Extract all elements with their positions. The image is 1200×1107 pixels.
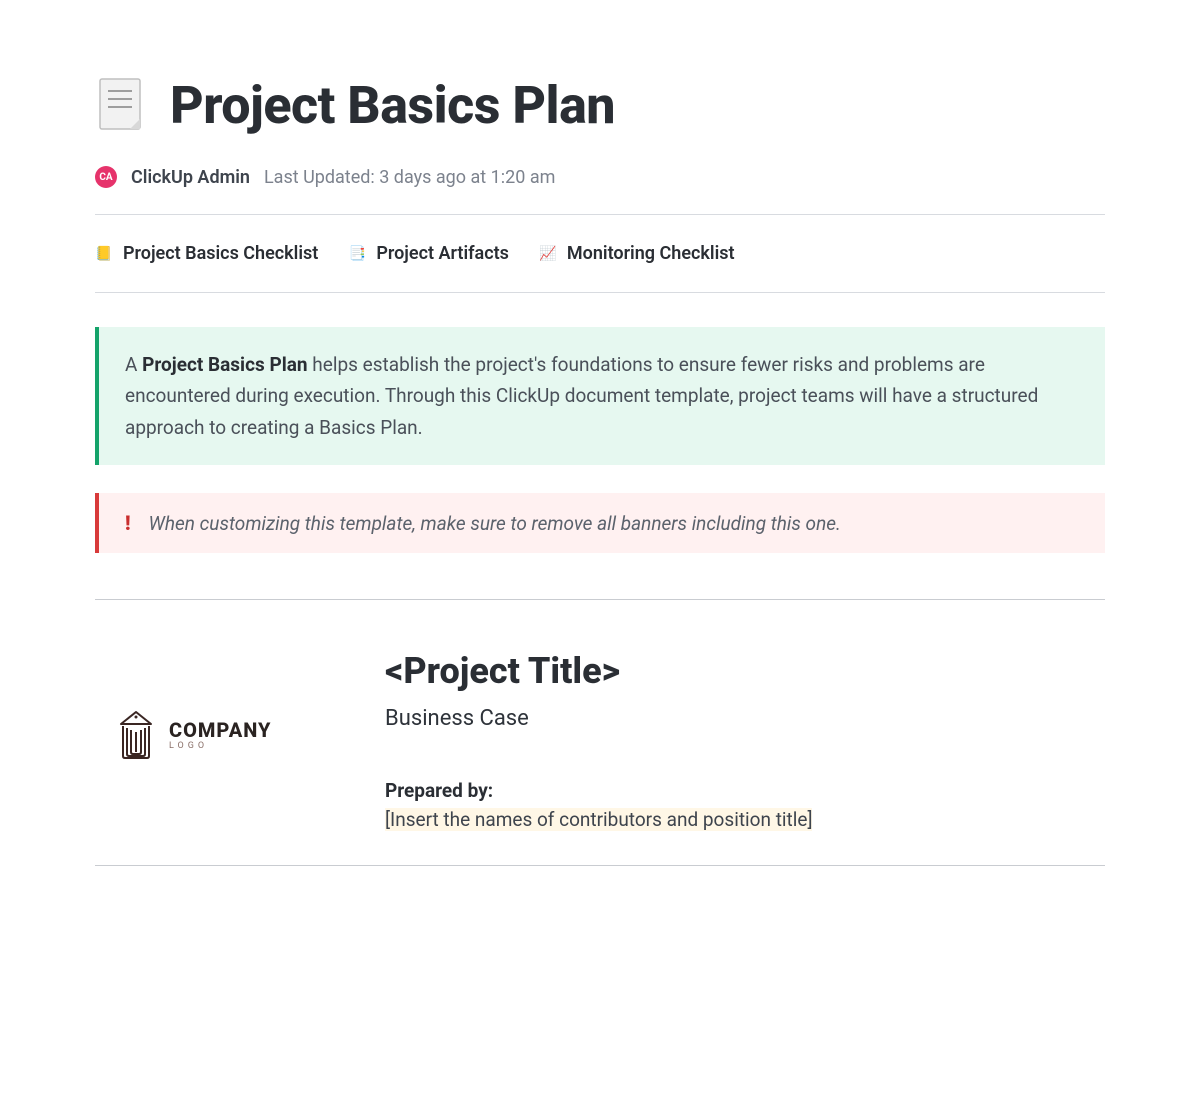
tab-label: Project Artifacts: [376, 243, 509, 264]
tab-label: Monitoring Checklist: [567, 243, 735, 264]
tab-project-basics-checklist[interactable]: 📒 Project Basics Checklist: [95, 243, 318, 264]
section-divider: [95, 599, 1105, 600]
document-subtitle: Business Case: [385, 706, 1105, 731]
tabs-row: 📒 Project Basics Checklist 📑 Project Art…: [95, 215, 1105, 292]
banner-text-prefix: A: [125, 353, 142, 376]
project-title[interactable]: <Project Title>: [385, 650, 1105, 692]
author-avatar[interactable]: CA: [95, 166, 117, 188]
exclamation-icon: !: [125, 511, 131, 535]
document-icon: [95, 76, 145, 136]
logo-subtext: LOGO: [169, 742, 272, 751]
warning-banner: ! When customizing this template, make s…: [95, 493, 1105, 553]
prepared-by-value[interactable]: [Insert the names of contributors and po…: [385, 808, 812, 831]
tab-project-artifacts[interactable]: 📑 Project Artifacts: [348, 243, 509, 264]
logo-column: COMPANY LOGO: [95, 650, 345, 760]
info-banner: A Project Basics Plan helps establish th…: [95, 327, 1105, 465]
chart-icon: 📈: [539, 245, 557, 263]
author-name[interactable]: ClickUp Admin: [131, 167, 250, 188]
warning-text: When customizing this template, make sur…: [149, 512, 841, 535]
tab-monitoring-checklist[interactable]: 📈 Monitoring Checklist: [539, 243, 735, 264]
tab-label: Project Basics Checklist: [123, 243, 318, 264]
meta-row: CA ClickUp Admin Last Updated: 3 days ag…: [95, 166, 1105, 188]
logo-text: COMPANY LOGO: [169, 720, 272, 751]
last-updated: Last Updated: 3 days ago at 1:20 am: [264, 167, 555, 188]
logo-company-name: COMPANY: [169, 720, 272, 740]
prepared-by-label: Prepared by:: [385, 779, 1105, 802]
divider: [95, 292, 1105, 293]
body-column: <Project Title> Business Case Prepared b…: [385, 650, 1105, 831]
notebook-icon: 📒: [95, 245, 113, 263]
banner-text-bold: Project Basics Plan: [142, 353, 307, 376]
section-divider: [95, 865, 1105, 866]
company-logo: COMPANY LOGO: [115, 710, 345, 760]
title-row: Project Basics Plan: [95, 75, 1105, 136]
tabs-icon: 📑: [348, 245, 366, 263]
page-title: Project Basics Plan: [170, 75, 615, 136]
document-body: COMPANY LOGO <Project Title> Business Ca…: [95, 650, 1105, 831]
logo-mark-icon: [115, 710, 157, 760]
